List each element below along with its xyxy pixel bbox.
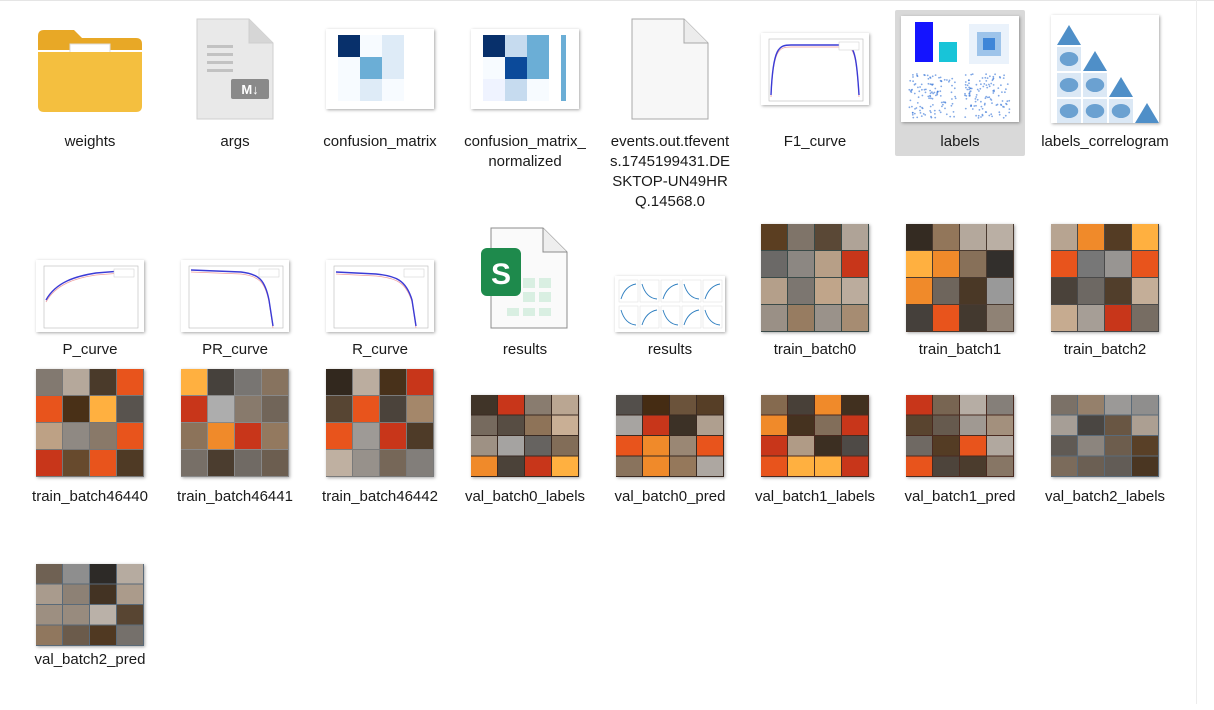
file-item[interactable]: labels_correlogram [1040, 10, 1170, 160]
p-curve-thumbnail [25, 218, 155, 332]
file-item[interactable]: val_batch2_pred [25, 560, 155, 710]
file-name: results [647, 341, 693, 358]
file-item[interactable]: train_batch0 [750, 218, 880, 368]
file-name: args [220, 133, 250, 150]
correlogram-thumbnail [1040, 10, 1170, 128]
confusion-matrix-normalized-thumbnail [460, 10, 590, 128]
file-name: labels [940, 133, 980, 150]
file-name: val_batch0_pred [614, 488, 726, 505]
file-name: val_batch2_labels [1044, 488, 1166, 505]
file-item[interactable]: events.out.tfevents.1745199431.DESKTOP-U… [605, 10, 735, 210]
file-item[interactable]: M↓ args [170, 10, 300, 160]
file-name: R_curve [352, 341, 408, 358]
labels-thumbnail [895, 10, 1025, 128]
file-name: val_batch0_labels [464, 488, 586, 505]
file-item[interactable]: P_curve [25, 218, 155, 368]
r-curve-thumbnail [315, 218, 445, 332]
file-name: F1_curve [783, 133, 847, 150]
pr-curve-thumbnail [170, 218, 300, 332]
train-batch-thumbnail [895, 218, 1025, 332]
file-name: train_batch46441 [177, 488, 293, 505]
file-item[interactable]: train_batch1 [895, 218, 1025, 368]
train-batch-thumbnail [750, 218, 880, 332]
file-name: train_batch46442 [322, 488, 438, 505]
confusion-matrix-thumbnail [315, 10, 445, 128]
train-batch-thumbnail [315, 365, 445, 477]
file-name: train_batch2 [1063, 341, 1147, 358]
file-name: train_batch46440 [32, 488, 148, 505]
file-item[interactable]: val_batch0_labels [460, 365, 590, 535]
file-item[interactable]: train_batch46441 [170, 365, 300, 535]
file-item[interactable]: R_curve [315, 218, 445, 368]
val-batch-thumbnail [895, 365, 1025, 477]
file-name: confusion_matrix_normalized [464, 133, 586, 170]
file-item[interactable]: train_batch46440 [25, 365, 155, 535]
train-batch-thumbnail [170, 365, 300, 477]
file-item[interactable]: confusion_matrix [315, 10, 445, 160]
file-item[interactable]: confusion_matrix_normalized [460, 10, 590, 170]
folder-icon [25, 10, 155, 128]
spreadsheet-file-icon: S [460, 218, 590, 332]
val-batch-thumbnail [605, 365, 735, 477]
file-item[interactable]: val_batch2_labels [1040, 365, 1170, 535]
file-grid: weights M↓ args confusion_matrix confusi… [0, 0, 1214, 704]
file-item[interactable]: val_batch1_pred [895, 365, 1025, 535]
file-name: weights [64, 133, 116, 150]
file-item[interactable]: Sresults [460, 218, 590, 368]
svg-text:S: S [491, 258, 511, 291]
file-name: val_batch1_pred [904, 488, 1016, 505]
file-item[interactable]: train_batch2 [1040, 218, 1170, 368]
file-name: train_batch1 [918, 341, 1002, 358]
file-name: P_curve [62, 341, 118, 358]
svg-text:M↓: M↓ [241, 82, 258, 97]
file-name: results [502, 341, 548, 358]
markdown-file-icon: M↓ [170, 10, 300, 128]
results-plot-thumbnail [605, 218, 735, 332]
file-name: train_batch0 [773, 341, 857, 358]
train-batch-thumbnail [25, 365, 155, 477]
val-batch-thumbnail [25, 560, 155, 646]
file-name: events.out.tfevents.1745199431.DESKTOP-U… [609, 133, 731, 210]
file-item[interactable]: labels [895, 10, 1025, 156]
file-item[interactable]: F1_curve [750, 10, 880, 160]
blank-file-icon [605, 10, 735, 128]
file-name: val_batch1_labels [754, 488, 876, 505]
train-batch-thumbnail [1040, 218, 1170, 332]
file-name: labels_correlogram [1041, 133, 1169, 150]
file-item[interactable]: val_batch0_pred [605, 365, 735, 535]
file-item[interactable]: weights [25, 10, 155, 160]
val-batch-thumbnail [460, 365, 590, 477]
file-item[interactable]: val_batch1_labels [750, 365, 880, 535]
val-batch-thumbnail [750, 365, 880, 477]
scrollbar-track[interactable] [1196, 0, 1197, 704]
f1-curve-thumbnail [750, 10, 880, 128]
val-batch-thumbnail [1040, 365, 1170, 477]
file-item[interactable]: results [605, 218, 735, 368]
file-item[interactable]: PR_curve [170, 218, 300, 368]
file-name: PR_curve [202, 341, 268, 358]
file-item[interactable]: train_batch46442 [315, 365, 445, 535]
file-name: val_batch2_pred [34, 651, 146, 668]
file-name: confusion_matrix [323, 133, 437, 150]
